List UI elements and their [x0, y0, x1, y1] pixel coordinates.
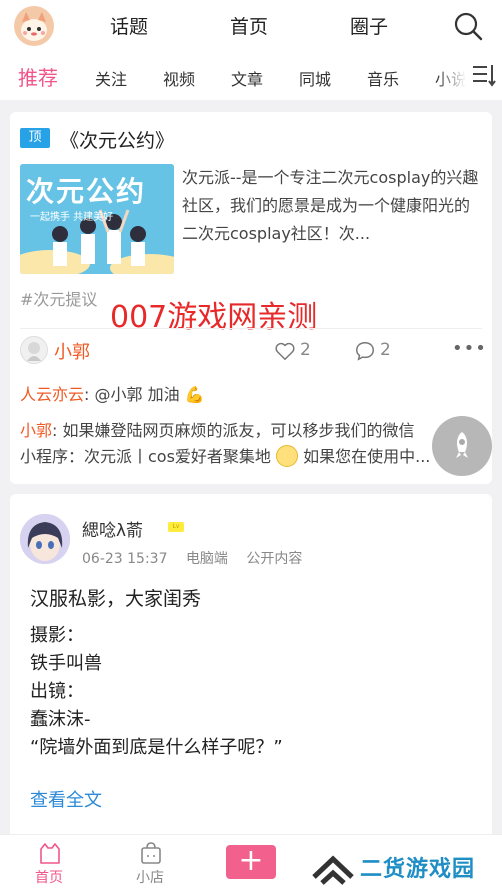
thumbnail-subtitle: 一起携手 共建美好 [30, 212, 114, 223]
smile-emoji-icon [276, 444, 299, 467]
heart-icon[interactable] [274, 340, 296, 362]
comment-text: : @小郭 加油 [84, 385, 180, 404]
post-card[interactable]: 緦唸λ萮 Lv 06-23 15:37 电脑端 公开内容 汉服私影，大家闺秀 摄… [10, 494, 492, 834]
author-avatar[interactable] [20, 336, 48, 364]
tab-recommended[interactable]: 推荐 [18, 62, 58, 91]
channel-tabs: 推荐 关注 视频 文章 同城 音乐 小说 [0, 52, 502, 100]
user-avatar[interactable] [14, 6, 54, 46]
search-icon[interactable] [452, 10, 484, 42]
top-header: 话题 首页 圈子 [0, 0, 502, 52]
nav-circles[interactable]: 圈子 [350, 12, 388, 39]
post-visibility: 公开内容 [246, 551, 303, 567]
comment-author[interactable]: 人云亦云 [20, 385, 84, 404]
more-options-icon[interactable]: ••• [452, 338, 487, 359]
create-post-button[interactable]: + [226, 845, 276, 879]
comment-count: 2 [380, 340, 391, 360]
author-name[interactable]: 小郭 [54, 338, 90, 364]
nav-home-tab[interactable]: 首页 [35, 867, 63, 887]
post-date: 06-23 15:37 [82, 551, 168, 567]
post-title[interactable]: 《次元公约》 [60, 126, 174, 153]
bottom-navigation: 首页 小店 + 二货游戏园 [0, 834, 502, 892]
tab-articles[interactable]: 文章 [231, 66, 263, 90]
topic-tag[interactable]: #次元提议 [20, 286, 97, 310]
tab-menu-button[interactable] [466, 52, 502, 100]
comment-author[interactable]: 小郭 [20, 421, 52, 440]
body-line: “院墙外面到底是什么样子呢？” [30, 737, 283, 758]
body-line: 铁手叫兽 [30, 653, 102, 674]
avatar-icon [21, 337, 47, 363]
rocket-icon [456, 432, 468, 458]
tab-music[interactable]: 音乐 [367, 66, 399, 90]
comment-text: : 如果嫌登陆网页麻烦的派友，可以移步我们的微信 [52, 421, 415, 440]
nav-shop-tab[interactable]: 小店 [136, 867, 164, 887]
post-thumbnail[interactable]: 次元公约 一起携手 共建美好 [20, 164, 174, 274]
post-meta: 06-23 15:37 电脑端 公开内容 [82, 548, 316, 568]
comment-text: 如果您在使用中... [298, 447, 431, 466]
pinned-post-card[interactable]: 顶 《次元公约》 次元公约 一起携手 共建美好 次元派--是一个专注二次元cos… [10, 112, 492, 484]
author-name[interactable]: 緦唸λ萮 [82, 516, 143, 541]
floating-action-button[interactable] [432, 416, 492, 476]
watermark-text: 007游戏网亲测 [110, 300, 318, 335]
comment-text: 小程序：次元派丨cos爱好者聚集地 [20, 447, 271, 466]
muscle-emoji-icon: 💪 [184, 385, 205, 404]
author-avatar[interactable] [20, 514, 70, 564]
comment-item[interactable]: 人云亦云: @小郭 加油 💪 [20, 382, 482, 408]
shop-bag-icon [141, 842, 161, 864]
thumbnail-title: 次元公约 [26, 175, 147, 208]
tab-videos[interactable]: 视频 [163, 66, 195, 90]
divider [20, 328, 482, 329]
tabs-fade [436, 52, 466, 100]
menu-list-icon [473, 65, 496, 87]
tab-following[interactable]: 关注 [95, 66, 127, 90]
post-device: 电脑端 [185, 551, 228, 567]
nav-topics[interactable]: 话题 [110, 12, 148, 39]
avatar-cat-icon [14, 6, 54, 46]
comment-icon[interactable] [354, 340, 376, 362]
comment-item[interactable]: 小郭: 如果嫌登陆网页麻烦的派友，可以移步我们的微信 [20, 418, 482, 444]
post-title[interactable]: 汉服私影，大家闺秀 [30, 584, 201, 611]
anime-avatar-icon [20, 514, 70, 564]
pinned-badge: 顶 [20, 128, 50, 148]
post-excerpt[interactable]: 次元派--是一个专注二次元cosplay的兴趣社区，我们的愿景是成为一个健康阳光… [182, 164, 482, 248]
read-more-link[interactable]: 查看全文 [30, 786, 102, 812]
body-line: 出镜： [30, 681, 84, 702]
comment-continuation[interactable]: 小程序：次元派丨cos爱好者聚集地 如果您在使用中... [20, 444, 482, 470]
body-line: 蠢沫沫- [30, 709, 91, 730]
level-badge: Lv [168, 522, 184, 532]
brand-watermark-text: 二货游戏园 [360, 857, 476, 882]
tab-local[interactable]: 同城 [299, 66, 331, 90]
brand-logo-icon [312, 855, 354, 885]
body-line: 摄影： [30, 625, 84, 646]
like-count: 2 [300, 340, 311, 360]
post-body[interactable]: 摄影： 铁手叫兽 出镜： 蠢沫沫- “院墙外面到底是什么样子呢？” [30, 622, 283, 762]
nav-home[interactable]: 首页 [230, 12, 268, 39]
home-cat-icon [40, 843, 60, 864]
